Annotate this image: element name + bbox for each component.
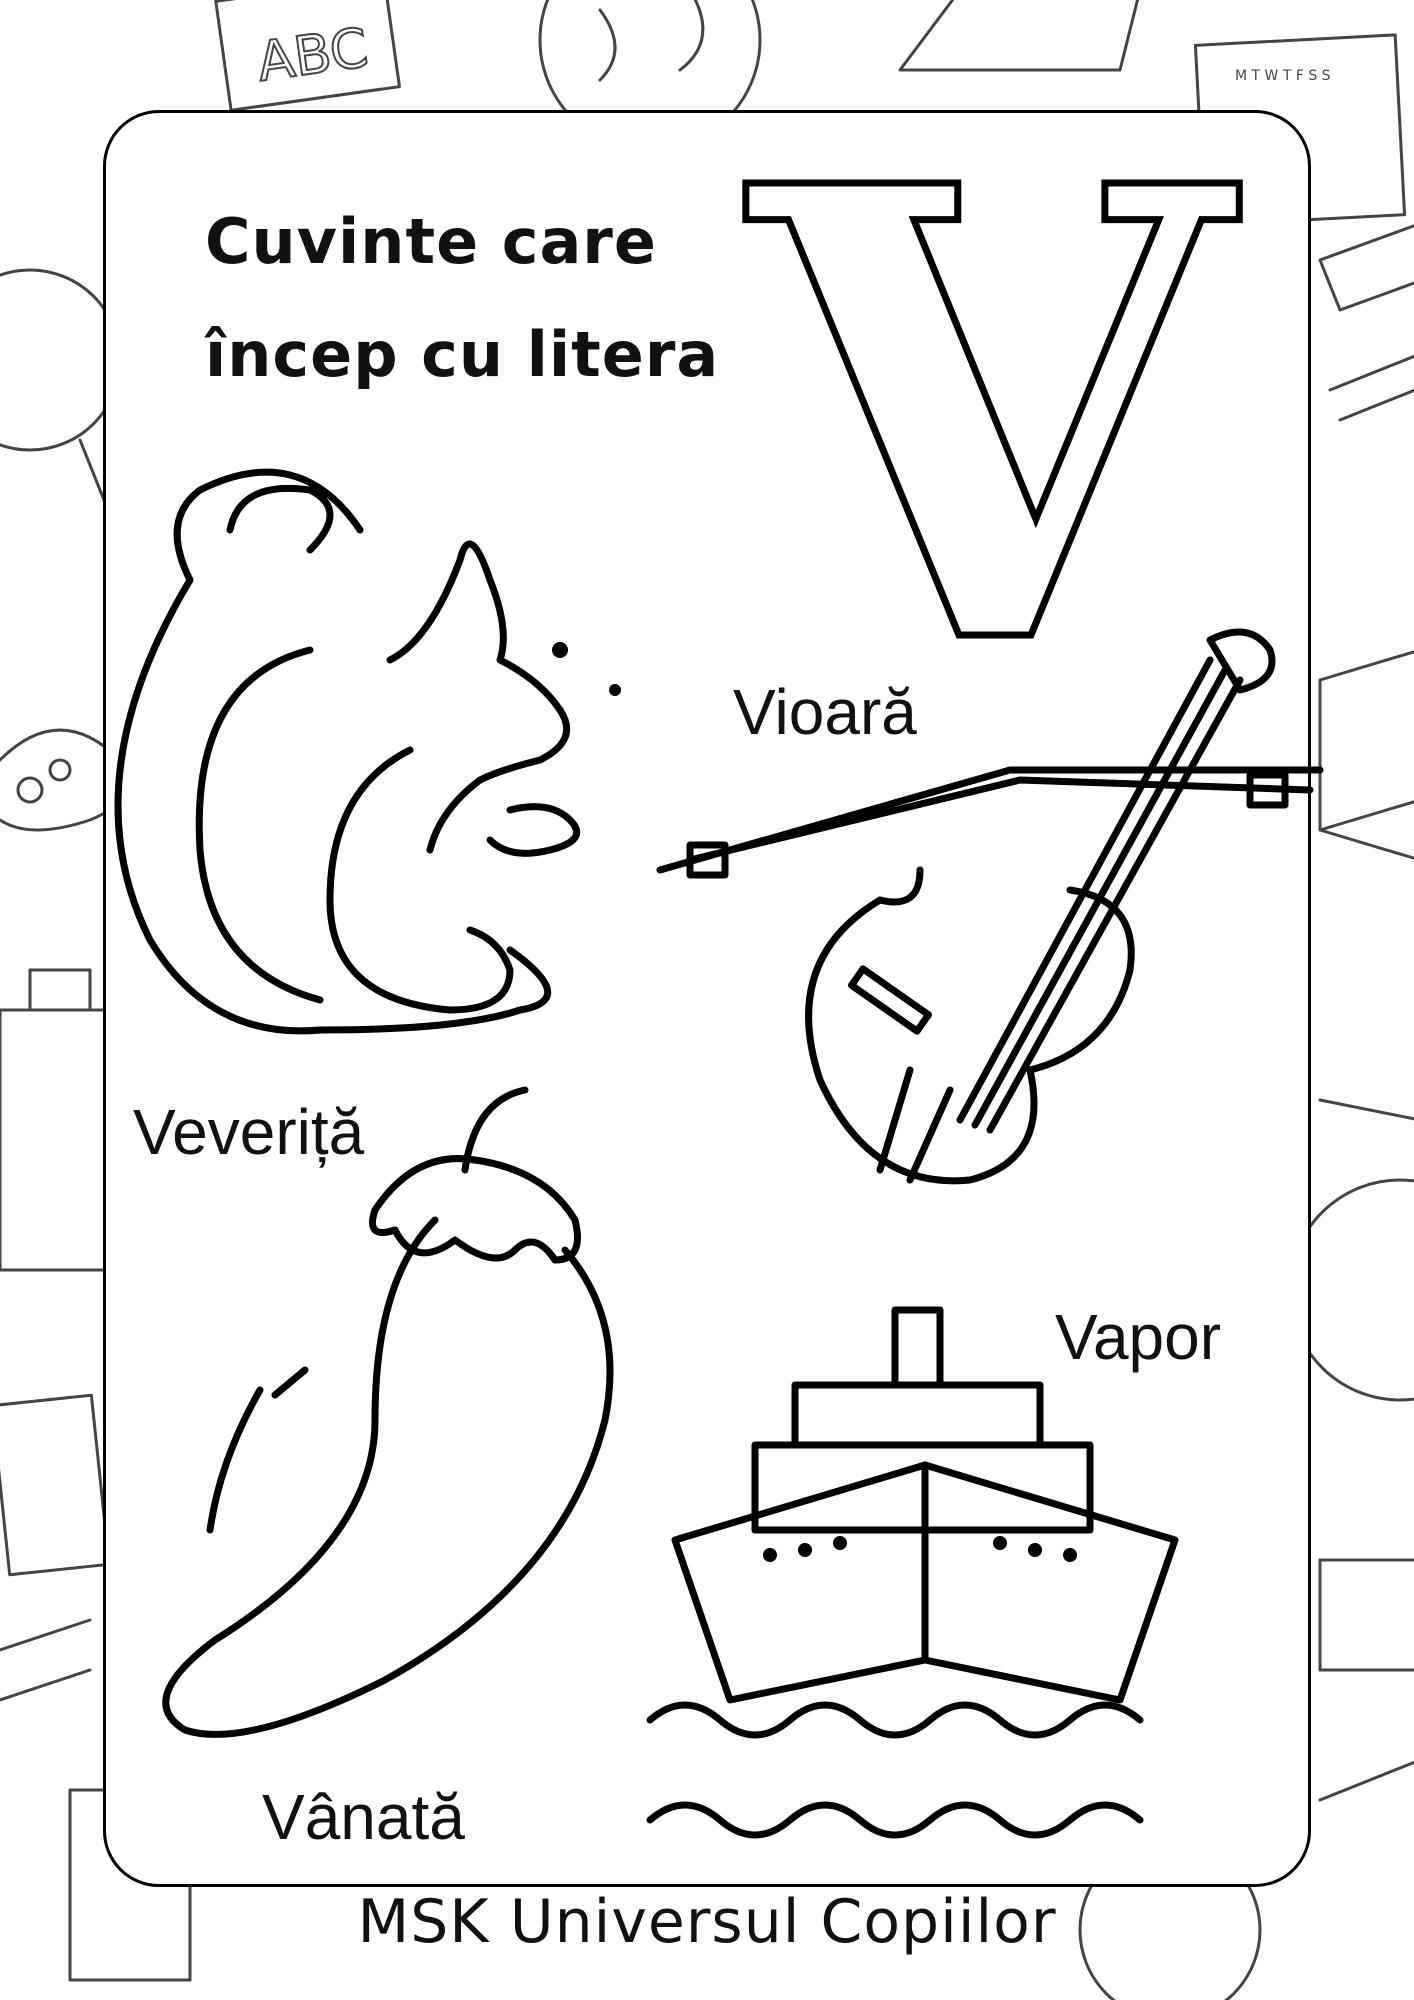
magnifier-icon [0, 268, 122, 452]
squirrel-icon [114, 468, 621, 1035]
word-vapor: Vapor [1055, 1301, 1222, 1373]
ruler-icon [1318, 224, 1414, 422]
calendar-left-icon [0, 1393, 111, 1577]
letter-v-outline: V [736, 51, 1247, 786]
svg-text:M T W T F S S: M T W T F S S [1235, 68, 1331, 84]
word-veverita: Veveriță [133, 1096, 365, 1168]
word-vioara: Vioară [733, 676, 917, 748]
book-icon [1318, 650, 1414, 860]
word-vanata: Vânată [262, 1781, 465, 1853]
ship-icon [646, 1306, 1179, 1839]
footer-brand: MSK Universul Copiilor [357, 1887, 1057, 1957]
heading-line-1: Cuvinte care [205, 205, 657, 278]
bag-icon [0, 1008, 112, 1272]
eggplant-icon [162, 1086, 614, 1738]
heading-line-2: încep cu litera [205, 318, 720, 391]
briefcase-icon [1318, 1558, 1414, 1672]
svg-text:ABC: ABC [253, 16, 371, 94]
